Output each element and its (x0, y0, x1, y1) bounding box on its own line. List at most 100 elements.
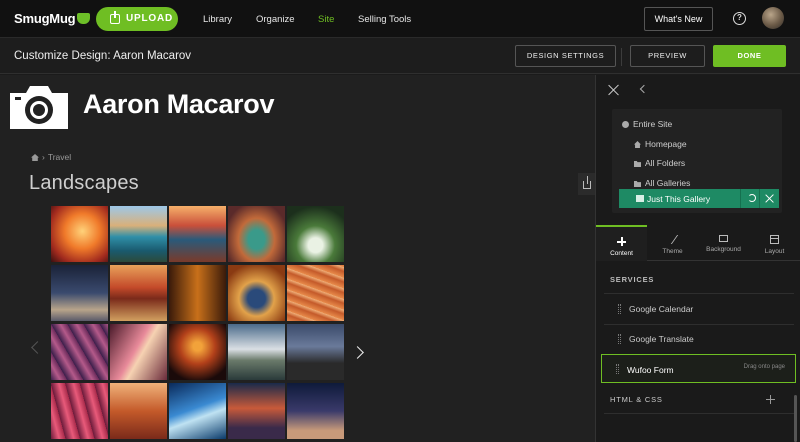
photo-thumbnail[interactable] (110, 383, 167, 439)
plus-icon (617, 237, 626, 246)
scrollbar[interactable] (794, 395, 797, 442)
nav-organize[interactable]: Organize (256, 14, 295, 25)
photo-thumbnail[interactable] (228, 383, 285, 439)
nav-library[interactable]: Library (203, 14, 232, 25)
photo-thumbnail[interactable] (110, 265, 167, 321)
gallery-icon (634, 181, 641, 187)
site-title[interactable]: Aaron Macarov (83, 89, 274, 120)
close-icon[interactable] (608, 84, 620, 96)
photo-thumbnail[interactable] (51, 383, 108, 439)
tab-content[interactable]: Content (596, 225, 647, 261)
photo-thumbnail[interactable] (169, 324, 226, 380)
html-css-heading[interactable]: HTML & CSS (610, 395, 663, 404)
design-settings-button[interactable]: DESIGN SETTINGS (515, 45, 616, 67)
service-google-calendar[interactable]: Google Calendar (604, 297, 794, 321)
scope-label: Just This Gallery (647, 194, 711, 204)
divider (621, 48, 622, 66)
photo-thumbnail[interactable] (228, 206, 285, 262)
preview-button[interactable]: PREVIEW (630, 45, 705, 67)
upload-icon (110, 11, 120, 24)
globe-icon (622, 121, 629, 128)
drag-handle-icon[interactable] (618, 334, 621, 344)
service-label: Google Translate (629, 334, 694, 344)
service-label: Wufoo Form (627, 365, 674, 375)
divider (759, 189, 760, 208)
avatar[interactable] (762, 7, 784, 29)
drag-hint: Drag onto page (743, 364, 785, 370)
chevron-right-icon: › (42, 152, 45, 162)
customize-header: Customize Design: Aaron Macarov DESIGN S… (0, 38, 800, 74)
divider (604, 293, 794, 294)
photo-thumbnail[interactable] (51, 265, 108, 321)
help-icon[interactable]: ? (733, 12, 746, 25)
next-arrow-icon[interactable] (351, 346, 364, 359)
tab-label: Background (706, 246, 741, 253)
chevron-left-icon[interactable] (639, 84, 649, 94)
tab-layout[interactable]: Layout (749, 225, 800, 261)
folder-icon (634, 161, 641, 167)
tab-label: Content (610, 250, 633, 257)
photo-thumbnail[interactable] (51, 206, 108, 262)
photo-thumbnail[interactable] (110, 324, 167, 380)
service-label: Google Calendar (629, 304, 694, 314)
panel-tabs: Content Theme Background Layout (596, 225, 800, 261)
scope-just-this-gallery[interactable]: Just This Gallery (619, 189, 779, 208)
breadcrumb-travel[interactable]: Travel (48, 152, 71, 162)
scope-homepage[interactable]: Homepage (634, 139, 687, 149)
close-icon[interactable] (765, 194, 774, 203)
smile-icon (77, 13, 91, 24)
scope-label: Homepage (645, 139, 687, 149)
photo-thumbnail[interactable] (287, 383, 344, 439)
scope-entire-site[interactable]: Entire Site (622, 119, 672, 129)
brush-icon (666, 235, 679, 244)
drag-handle-icon[interactable] (618, 304, 621, 314)
services-heading[interactable]: SERVICES (610, 275, 654, 284)
top-nav: SmugMug UPLOAD Library Organize Site Sel… (0, 0, 800, 38)
service-google-translate[interactable]: Google Translate (604, 327, 794, 351)
share-icon[interactable] (578, 173, 595, 195)
smugmug-logo[interactable]: SmugMug (14, 11, 91, 26)
service-wufoo-form[interactable]: Wufoo Form Drag onto page (601, 354, 796, 383)
photo-thumbnail[interactable] (287, 206, 344, 262)
undo-icon[interactable] (748, 194, 756, 202)
photo-thumbnail[interactable] (287, 265, 344, 321)
monitor-icon (719, 235, 728, 242)
drag-handle-icon[interactable] (616, 364, 619, 374)
photo-thumbnail[interactable] (110, 206, 167, 262)
home-icon (634, 141, 641, 148)
scope-label: All Folders (645, 158, 686, 168)
nav-site[interactable]: Site (318, 14, 334, 25)
prev-arrow-icon[interactable] (31, 341, 44, 354)
divider (604, 324, 794, 325)
photo-thumbnail[interactable] (228, 265, 285, 321)
nav-selling-tools[interactable]: Selling Tools (358, 14, 411, 25)
scope-all-folders[interactable]: All Folders (634, 158, 685, 168)
tab-theme[interactable]: Theme (647, 225, 698, 261)
tab-background[interactable]: Background (698, 225, 749, 261)
customize-panel: Entire Site Homepage All Folders All Gal… (595, 75, 800, 442)
scope-all-galleries[interactable]: All Galleries (634, 178, 690, 188)
site-preview: Aaron Macarov › Travel Landscapes (0, 75, 595, 442)
photo-thumbnail[interactable] (51, 324, 108, 380)
photo-thumbnail[interactable] (169, 206, 226, 262)
camera-icon (10, 86, 68, 129)
photo-thumbnail[interactable] (287, 324, 344, 380)
page-title: Customize Design: Aaron Macarov (14, 50, 192, 62)
upload-label: UPLOAD (126, 13, 174, 24)
gallery-icon (636, 195, 644, 202)
done-button[interactable]: DONE (713, 45, 786, 67)
scope-label: Entire Site (633, 119, 673, 129)
gallery-title: Landscapes (29, 172, 139, 194)
tab-label: Theme (662, 248, 683, 255)
upload-button[interactable]: UPLOAD (96, 7, 178, 31)
photo-thumbnail[interactable] (228, 324, 285, 380)
expand-plus-icon[interactable] (766, 395, 775, 404)
photo-thumbnail[interactable] (169, 383, 226, 439)
tab-label: Layout (764, 248, 785, 255)
layout-icon (770, 235, 779, 244)
logo-text: SmugMug (14, 11, 76, 26)
photo-thumbnail[interactable] (169, 265, 226, 321)
whats-new-button[interactable]: What's New (644, 7, 713, 31)
home-icon[interactable] (31, 154, 39, 161)
apply-scope-list: Entire Site Homepage All Folders All Gal… (612, 109, 782, 213)
